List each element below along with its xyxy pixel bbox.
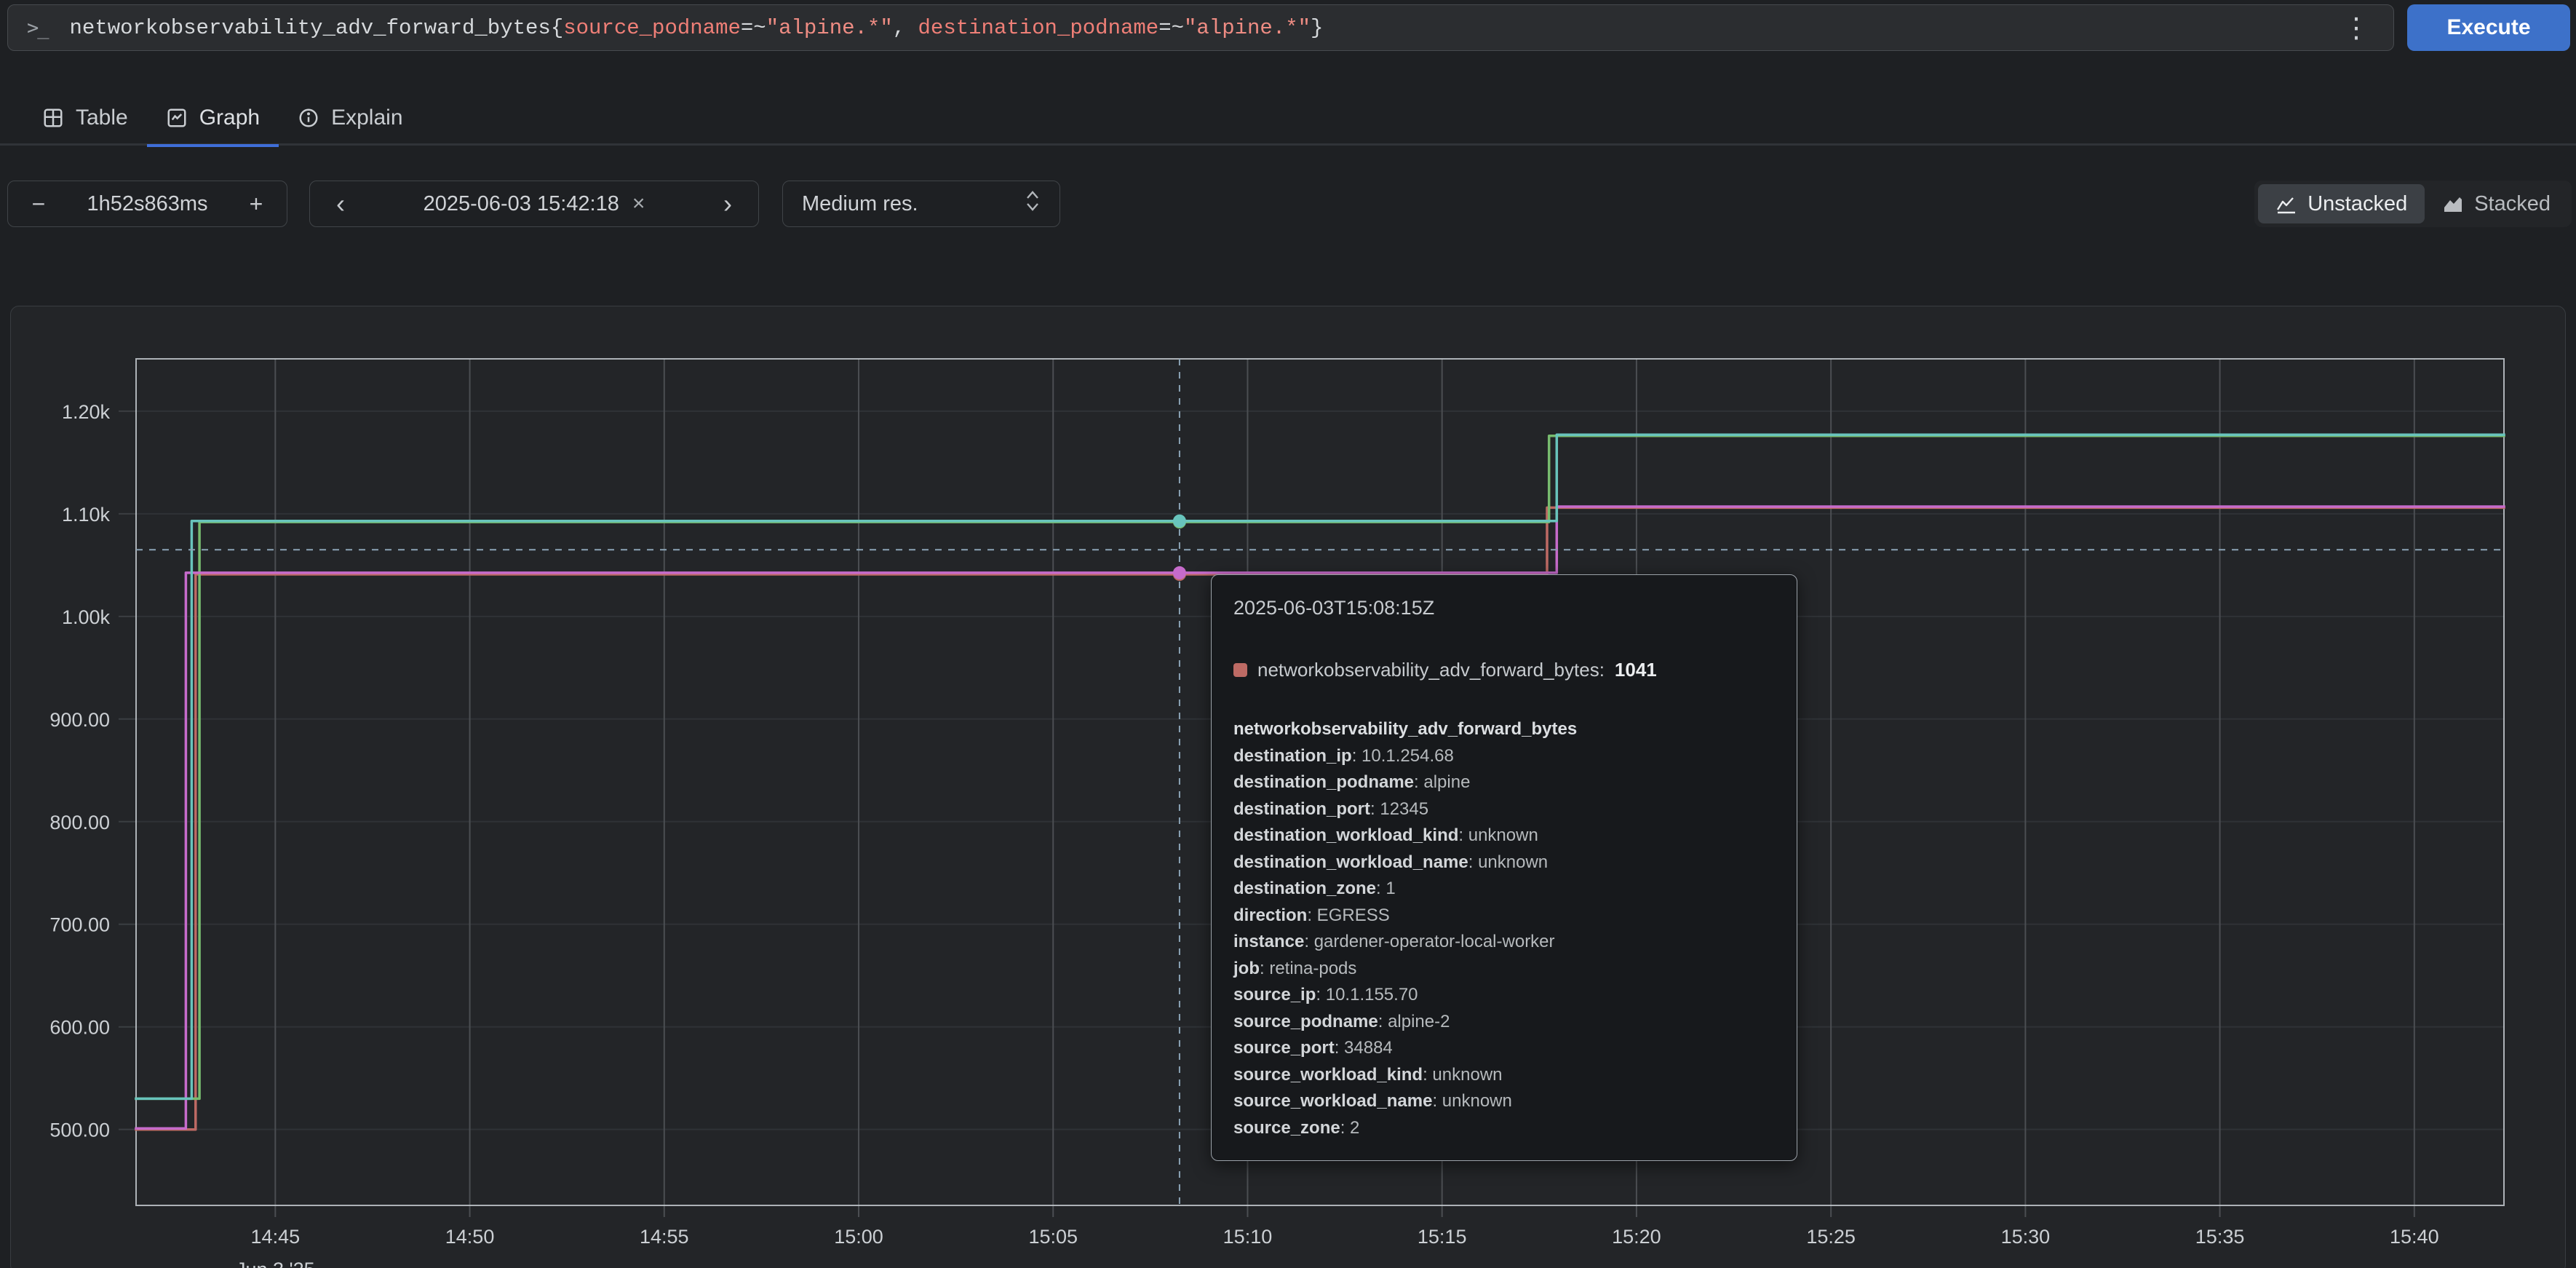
series-purple-hover-dot bbox=[1173, 566, 1186, 579]
tooltip-label-row: destination_podname: alpine bbox=[1233, 769, 1775, 796]
y-axis-label: 700.00 bbox=[49, 914, 110, 936]
query-toolbar: >_ networkobservability_adv_forward_byte… bbox=[0, 0, 2576, 55]
query-input[interactable]: >_ networkobservability_adv_forward_byte… bbox=[7, 4, 2394, 51]
increase-range-button[interactable]: + bbox=[242, 191, 271, 218]
tooltip-label-row: direction: EGRESS bbox=[1233, 903, 1775, 930]
tooltip-label-row: destination_port: 12345 bbox=[1233, 796, 1775, 823]
clear-time-icon[interactable]: × bbox=[632, 191, 645, 216]
query-segment-string: "alpine.*" bbox=[1184, 16, 1311, 40]
tab-label: Explain bbox=[331, 106, 402, 130]
decrease-range-button[interactable]: − bbox=[24, 191, 53, 218]
chart-tooltip: 2025-06-03T15:08:15Z networkobservabilit… bbox=[1211, 574, 1797, 1161]
graph-panel: 1.20k 1.10k 1.00k 900.00 800.00 700.00 600.00 5… bbox=[10, 306, 2566, 1268]
time-forward-button[interactable]: › bbox=[712, 191, 744, 217]
y-axis-label: 1.00k bbox=[62, 606, 111, 628]
graph-controls: − 1h52s863ms + ‹ 2025-06-03 15:42:18 × ›… bbox=[0, 181, 2576, 227]
table-icon bbox=[42, 107, 64, 129]
tooltip-label-row: instance: gardener-operator-local-worker bbox=[1233, 929, 1775, 956]
tooltip-timestamp: 2025-06-03T15:08:15Z bbox=[1233, 597, 1775, 619]
x-axis-label: 15:40 bbox=[2390, 1226, 2439, 1248]
terminal-prompt-icon: >_ bbox=[27, 17, 48, 39]
range-duration-value[interactable]: 1h52s863ms bbox=[87, 192, 207, 216]
tooltip-label-list: destination_ip: 10.1.254.68destination_p… bbox=[1233, 743, 1775, 1142]
y-axis-label: 600.00 bbox=[49, 1017, 110, 1039]
x-axis-label: 15:35 bbox=[2195, 1226, 2245, 1248]
x-axis-date-label: Jun 3 '25 bbox=[236, 1259, 315, 1268]
x-axis-label: 15:00 bbox=[834, 1226, 883, 1248]
unstacked-option[interactable]: Unstacked bbox=[2258, 184, 2425, 223]
range-duration-control: − 1h52s863ms + bbox=[7, 181, 287, 227]
query-segment-string: "alpine.*" bbox=[766, 16, 893, 40]
stacked-option[interactable]: Stacked bbox=[2425, 184, 2568, 223]
tooltip-label-row: destination_workload_name: unknown bbox=[1233, 849, 1775, 876]
tab-table[interactable]: Table bbox=[23, 91, 147, 145]
line-chart-icon bbox=[2275, 193, 2297, 215]
tab-graph[interactable]: Graph bbox=[147, 91, 279, 145]
resolution-value: Medium res. bbox=[802, 192, 918, 216]
y-axis-label: 1.10k bbox=[62, 504, 111, 526]
query-segment-op: =~ bbox=[1158, 16, 1184, 40]
tooltip-label-row: source_zone: 2 bbox=[1233, 1115, 1775, 1142]
x-axis-label: 14:45 bbox=[251, 1226, 301, 1248]
unstacked-label: Unstacked bbox=[2307, 192, 2407, 216]
tooltip-label-row: destination_workload_kind: unknown bbox=[1233, 823, 1775, 849]
tooltip-label-row: source_workload_name: unknown bbox=[1233, 1088, 1775, 1115]
query-segment-plain: } bbox=[1311, 16, 1323, 40]
graph-icon bbox=[166, 107, 188, 129]
select-chevrons-icon bbox=[1025, 189, 1041, 219]
end-time-value[interactable]: 2025-06-03 15:42:18 bbox=[424, 192, 619, 216]
series-color-swatch bbox=[1233, 663, 1247, 677]
tooltip-label-row: source_workload_kind: unknown bbox=[1233, 1062, 1775, 1089]
execute-button[interactable]: Execute bbox=[2407, 4, 2570, 51]
y-axis-label: 1.20k bbox=[62, 401, 111, 423]
tab-label: Graph bbox=[199, 106, 260, 130]
x-axis-label: 14:55 bbox=[640, 1226, 689, 1248]
resolution-select[interactable]: Medium res. bbox=[782, 181, 1060, 227]
time-back-button[interactable]: ‹ bbox=[325, 191, 357, 217]
x-axis-label: 15:15 bbox=[1418, 1226, 1467, 1248]
tooltip-label-row: destination_ip: 10.1.254.68 bbox=[1233, 743, 1775, 770]
y-axis-label: 800.00 bbox=[49, 812, 110, 833]
tooltip-series-value-row: networkobservability_adv_forward_bytes: … bbox=[1233, 659, 1775, 681]
x-axis-label: 15:25 bbox=[1806, 1226, 1856, 1248]
query-segment-label: destination_podname bbox=[918, 16, 1159, 40]
tooltip-label-row: destination_zone: 1 bbox=[1233, 876, 1775, 903]
query-segment-label: source_podname bbox=[563, 16, 741, 40]
x-axis-label: 14:50 bbox=[445, 1226, 495, 1248]
tab-explain[interactable]: Explain bbox=[279, 91, 421, 145]
x-axis-label: 15:05 bbox=[1028, 1226, 1078, 1248]
series-teal-hover-dot bbox=[1173, 515, 1186, 528]
query-segment-op: =~ bbox=[741, 16, 766, 40]
x-axis-label: 15:10 bbox=[1223, 1226, 1273, 1248]
tooltip-label-row: source_podname: alpine-2 bbox=[1233, 1009, 1775, 1036]
view-tabs: Table Graph Explain bbox=[0, 92, 2576, 146]
y-axis-label: 900.00 bbox=[49, 709, 110, 731]
query-segment-plain: networkobservability_adv_forward_bytes{ bbox=[70, 16, 564, 40]
stacked-label: Stacked bbox=[2474, 192, 2551, 216]
tab-label: Table bbox=[76, 106, 128, 130]
info-icon bbox=[298, 107, 319, 129]
tooltip-metric-name: networkobservability_adv_forward_bytes bbox=[1233, 716, 1775, 743]
promql-query-text[interactable]: networkobservability_adv_forward_bytes{s… bbox=[70, 16, 2338, 40]
y-axis-label: 500.00 bbox=[49, 1120, 110, 1141]
tooltip-label-row: job: retina-pods bbox=[1233, 956, 1775, 983]
query-segment-plain: , bbox=[893, 16, 918, 40]
stacking-toggle: Unstacked Stacked bbox=[2254, 181, 2572, 227]
tooltip-label-row: source_ip: 10.1.155.70 bbox=[1233, 982, 1775, 1009]
area-chart-icon bbox=[2442, 193, 2464, 215]
tooltip-label-row: source_port: 34884 bbox=[1233, 1035, 1775, 1062]
query-options-menu-icon[interactable]: ⋮ bbox=[2338, 14, 2374, 41]
x-axis-label: 15:20 bbox=[1612, 1226, 1661, 1248]
x-axis-label: 15:30 bbox=[2001, 1226, 2051, 1248]
tooltip-series-name: networkobservability_adv_forward_bytes: bbox=[1257, 659, 1605, 681]
end-time-picker: ‹ 2025-06-03 15:42:18 × › bbox=[309, 181, 759, 227]
tooltip-series-value: 1041 bbox=[1615, 659, 1657, 681]
